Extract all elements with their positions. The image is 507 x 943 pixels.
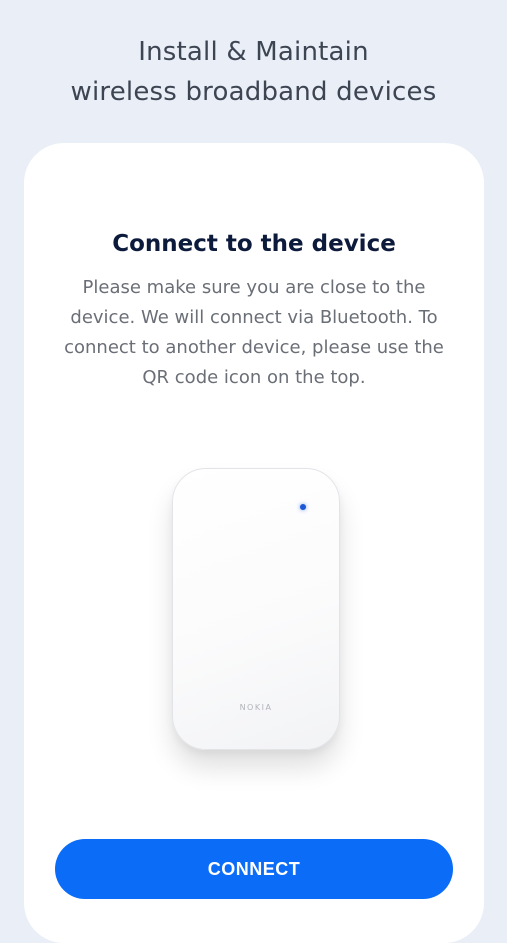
card-title: Connect to the device bbox=[112, 231, 396, 257]
page-header: Install & Maintain wireless broadband de… bbox=[0, 32, 507, 112]
header-line-1: Install & Maintain bbox=[138, 37, 369, 67]
device-status-led bbox=[300, 504, 306, 510]
connect-card: Connect to the device Please make sure y… bbox=[24, 143, 484, 943]
header-line-2: wireless broadband devices bbox=[70, 77, 437, 107]
card-description: Please make sure you are close to the de… bbox=[64, 277, 444, 388]
device-brand-logo: NOKIA bbox=[239, 703, 273, 712]
connect-button[interactable]: CONNECT bbox=[55, 839, 453, 899]
device-illustration: NOKIA bbox=[172, 468, 340, 750]
